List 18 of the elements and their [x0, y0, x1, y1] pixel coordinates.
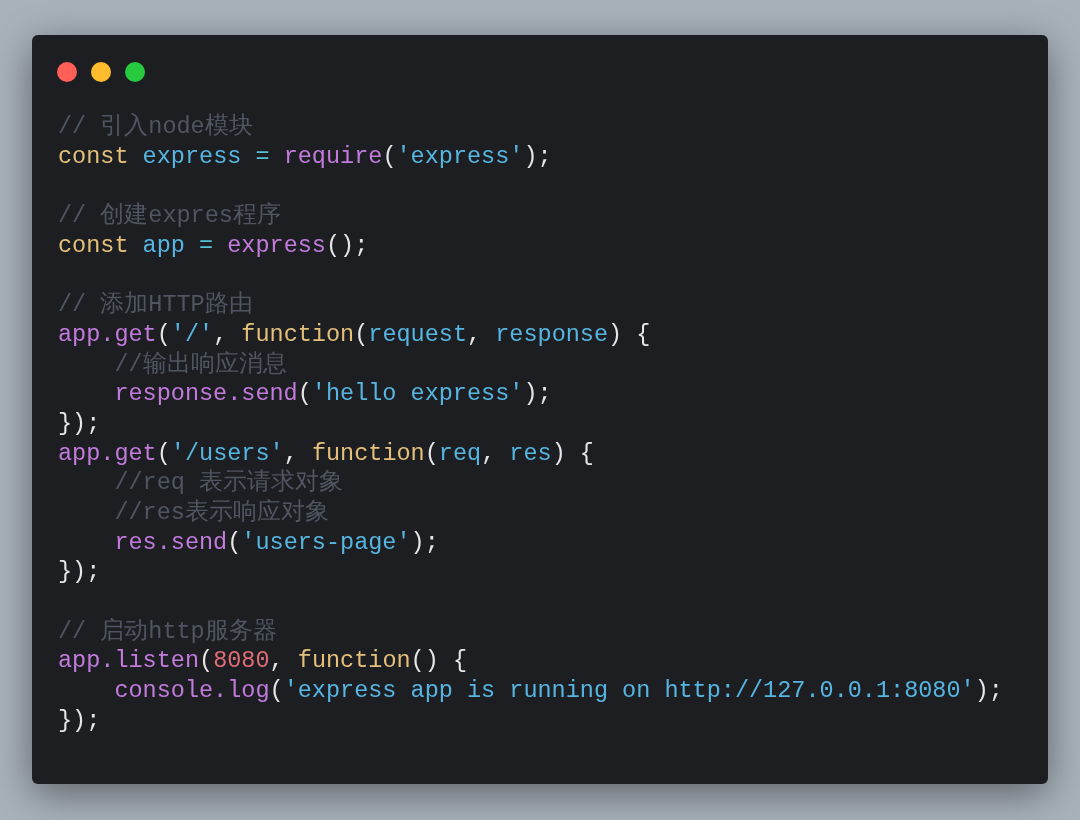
code-comment: // 引入node模块 [58, 112, 253, 142]
code-line: }); [58, 705, 101, 736]
code-comment: //res表示响应对象 [114, 497, 329, 528]
code-comment: // 添加HTTP路由 [58, 290, 253, 320]
code-line: }); [58, 408, 101, 439]
code-line: app.listen(8080, function() { [58, 646, 468, 677]
code-line: console.log('express app is running on http://127.0.0.1:8080'); [114, 676, 1003, 706]
code-line: res.send('users-page'); [114, 527, 439, 558]
code-line: app.get('/users', function(req, res) { [58, 438, 594, 469]
code-comment: //输出响应消息 [114, 349, 287, 380]
code-line: }); [58, 557, 101, 587]
code-line: const app = express(); [58, 230, 369, 261]
code-line: app.get('/', function(request, response) { [58, 319, 651, 350]
code-comment: // 启动http服务器 [58, 616, 277, 647]
code-comment: //req 表示请求对象 [114, 468, 343, 498]
code-line: const express = require('express'); [58, 141, 552, 172]
code-comment: // 创建expres程序 [58, 201, 281, 231]
code-line: response.send('hello express'); [114, 379, 552, 409]
